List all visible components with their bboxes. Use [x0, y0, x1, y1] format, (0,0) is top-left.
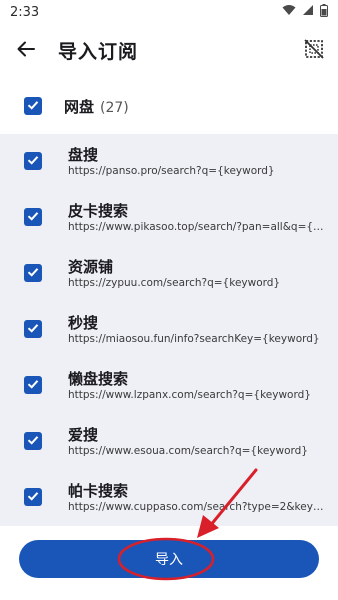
item-url: https://miaosou.fun/info?searchKey={keyw…: [68, 333, 320, 345]
import-button[interactable]: 导入: [19, 540, 319, 578]
check-icon: [26, 488, 40, 507]
item-checkbox[interactable]: [24, 376, 42, 394]
list-item[interactable]: 爱搜 https://www.esoua.com/search?q={keywo…: [0, 414, 338, 470]
item-name: 盘搜: [68, 146, 99, 164]
back-button[interactable]: [14, 39, 38, 63]
check-icon: [26, 152, 40, 171]
app-bar: 导入订阅: [0, 28, 338, 74]
group-name: 网盘: [64, 98, 95, 116]
deselect-all-icon: [304, 39, 324, 63]
item-url: https://panso.pro/search?q={keyword}: [68, 165, 275, 177]
item-name: 爱搜: [68, 426, 99, 444]
item-url: https://www.pikasoo.top/search/?pan=all&…: [68, 221, 324, 233]
item-checkbox[interactable]: [24, 264, 42, 282]
signal-icon: [302, 4, 314, 20]
item-name: 秒搜: [68, 314, 99, 332]
list-item[interactable]: 懒盘搜索 https://www.lzpanx.com/search?q={ke…: [0, 358, 338, 414]
deselect-all-button[interactable]: [302, 39, 326, 63]
item-name: 资源铺: [68, 258, 114, 276]
item-checkbox[interactable]: [24, 320, 42, 338]
group-row-cloud-drive[interactable]: 网盘 (27): [0, 86, 338, 126]
status-bar: 2:33: [0, 0, 338, 24]
list-item[interactable]: 盘搜 https://panso.pro/search?q={keyword}: [0, 134, 338, 190]
item-url: https://www.esoua.com/search?q={keyword}: [68, 445, 308, 457]
wifi-icon: [282, 4, 296, 20]
group-label: 网盘 (27): [64, 96, 129, 117]
status-time: 2:33: [10, 4, 40, 20]
item-checkbox[interactable]: [24, 208, 42, 226]
group-count: (27): [100, 100, 129, 116]
list-item[interactable]: 皮卡搜索 https://www.pikasoo.top/search/?pan…: [0, 190, 338, 246]
item-name: 皮卡搜索: [68, 202, 129, 220]
bottom-action-bar: 导入: [0, 526, 338, 600]
item-checkbox[interactable]: [24, 488, 42, 506]
subscription-list[interactable]: 盘搜 https://panso.pro/search?q={keyword} …: [0, 134, 338, 526]
item-checkbox[interactable]: [24, 432, 42, 450]
check-icon: [26, 97, 40, 116]
check-icon: [26, 320, 40, 339]
check-icon: [26, 376, 40, 395]
battery-icon: [320, 3, 328, 21]
item-url: https://zypuu.com/search?q={keyword}: [68, 277, 281, 289]
item-url: https://www.cuppaso.com/search?type=2&ke…: [68, 501, 324, 513]
item-name: 帕卡搜索: [68, 482, 129, 500]
check-icon: [26, 264, 40, 283]
item-name: 懒盘搜索: [68, 370, 129, 388]
list-item[interactable]: 帕卡搜索 https://www.cuppaso.com/search?type…: [0, 470, 338, 526]
page-title: 导入订阅: [58, 41, 139, 63]
item-url: https://www.lzpanx.com/search?q={keyword…: [68, 389, 311, 401]
list-item[interactable]: 资源铺 https://zypuu.com/search?q={keyword}: [0, 246, 338, 302]
status-icons: [282, 3, 328, 21]
item-checkbox[interactable]: [24, 152, 42, 170]
check-icon: [26, 432, 40, 451]
group-checkbox[interactable]: [24, 97, 42, 115]
check-icon: [26, 208, 40, 227]
list-item[interactable]: 秒搜 https://miaosou.fun/info?searchKey={k…: [0, 302, 338, 358]
arrow-back-icon: [16, 39, 36, 63]
